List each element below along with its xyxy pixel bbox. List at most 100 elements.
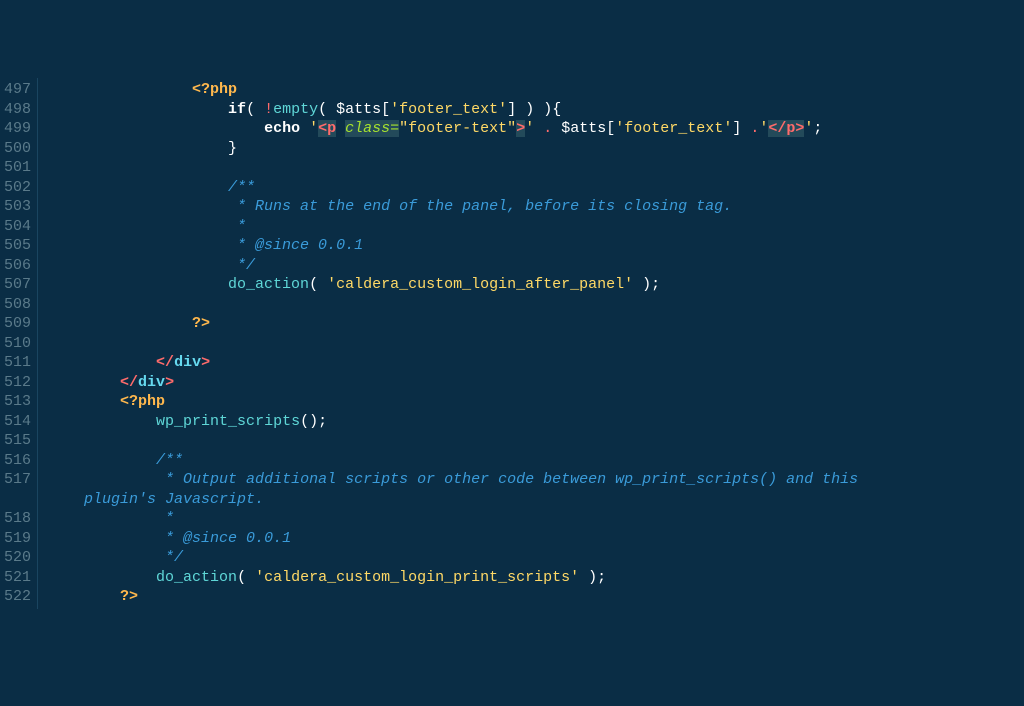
token: * Output additional scripts or other cod… (165, 471, 858, 488)
token: ) (633, 276, 651, 293)
code-line[interactable] (48, 158, 1024, 178)
code-line[interactable]: */ (48, 548, 1024, 568)
code-line[interactable]: * (48, 509, 1024, 529)
line-number: 513 (4, 392, 31, 412)
line-number: 518 (4, 509, 31, 529)
token: ) ) (516, 101, 552, 118)
line-number-gutter: 4974984995005015025035045055065075085095… (0, 78, 38, 609)
code-line[interactable]: ?> (48, 314, 1024, 334)
token: ] (732, 120, 741, 137)
line-number: 502 (4, 178, 31, 198)
token: "footer-text" (399, 120, 516, 137)
token: ( (318, 101, 336, 118)
token: 'caldera_custom_login_print_scripts' (255, 569, 579, 586)
code-line[interactable]: echo '<p class="footer-text">' . $atts['… (48, 119, 1024, 139)
token: 'caldera_custom_login_after_panel' (327, 276, 633, 293)
token: /** (228, 179, 255, 196)
line-number: 499 (4, 119, 31, 139)
token: */ (165, 549, 183, 566)
token: </ (156, 354, 174, 371)
token: > (516, 120, 525, 137)
code-line[interactable]: <?php (48, 80, 1024, 100)
line-number: 512 (4, 373, 31, 393)
code-line[interactable]: do_action( 'caldera_custom_login_after_p… (48, 275, 1024, 295)
code-line[interactable] (48, 295, 1024, 315)
token: > (201, 354, 210, 371)
token: ) (579, 569, 597, 586)
code-line[interactable] (48, 431, 1024, 451)
code-line[interactable]: /** (48, 178, 1024, 198)
token: $atts (561, 120, 606, 137)
line-number: 505 (4, 236, 31, 256)
token: plugin's Javascript. (84, 491, 264, 508)
code-line[interactable]: * @since 0.0.1 (48, 529, 1024, 549)
token: [ (381, 101, 390, 118)
code-area[interactable]: <?php if( !empty( $atts['footer_text'] )… (38, 78, 1024, 609)
line-number: 507 (4, 275, 31, 295)
line-number: 508 (4, 295, 31, 315)
token: 'footer_text' (615, 120, 732, 137)
token: ( (309, 276, 327, 293)
code-line[interactable]: ?> (48, 587, 1024, 607)
token: { (552, 101, 561, 118)
code-line[interactable]: } (48, 139, 1024, 159)
code-line[interactable]: */ (48, 256, 1024, 276)
token: ?> (192, 315, 210, 332)
line-number: 511 (4, 353, 31, 373)
code-line[interactable]: if( !empty( $atts['footer_text'] ) ){ (48, 100, 1024, 120)
code-line[interactable]: * Runs at the end of the panel, before i… (48, 197, 1024, 217)
token (336, 120, 345, 137)
code-line[interactable]: plugin's Javascript. (48, 490, 1024, 510)
line-number: 509 (4, 314, 31, 334)
token: <?php (120, 393, 165, 410)
token: <?php (192, 81, 237, 98)
token (741, 120, 750, 137)
line-number: 515 (4, 431, 31, 451)
token: . (543, 120, 552, 137)
code-line[interactable]: * Output additional scripts or other cod… (48, 470, 1024, 490)
token: ! (264, 101, 273, 118)
token: if (228, 101, 246, 118)
token (552, 120, 561, 137)
token: } (228, 140, 237, 157)
code-line[interactable]: </div> (48, 373, 1024, 393)
code-line[interactable]: do_action( 'caldera_custom_login_print_s… (48, 568, 1024, 588)
token: * Runs at the end of the panel, before i… (237, 198, 732, 215)
token: do_action (156, 569, 237, 586)
token: * (165, 510, 174, 527)
code-line[interactable]: /** (48, 451, 1024, 471)
token: ; (318, 413, 327, 430)
code-line[interactable]: <?php (48, 392, 1024, 412)
token: class= (345, 120, 399, 137)
line-number: 504 (4, 217, 31, 237)
code-line[interactable] (48, 334, 1024, 354)
token: do_action (228, 276, 309, 293)
line-number: 517 (4, 470, 31, 490)
token: [ (606, 120, 615, 137)
token (300, 120, 309, 137)
token: ; (651, 276, 660, 293)
token: <p (318, 120, 336, 137)
token: div (174, 354, 201, 371)
token: $atts (336, 101, 381, 118)
code-line[interactable]: * (48, 217, 1024, 237)
token: * @since 0.0.1 (165, 530, 291, 547)
token: ' (525, 120, 534, 137)
line-number: 498 (4, 100, 31, 120)
line-number: 501 (4, 158, 31, 178)
token: /** (156, 452, 183, 469)
line-number: 516 (4, 451, 31, 471)
line-number (4, 490, 31, 510)
token: div (138, 374, 165, 391)
token: ; (813, 120, 822, 137)
line-number: 520 (4, 548, 31, 568)
code-editor[interactable]: 4974984995005015025035045055065075085095… (0, 78, 1024, 609)
token: ( (246, 101, 264, 118)
code-line[interactable]: wp_print_scripts(); (48, 412, 1024, 432)
code-line[interactable]: * @since 0.0.1 (48, 236, 1024, 256)
token: () (300, 413, 318, 430)
token: ?> (120, 588, 138, 605)
code-line[interactable]: </div> (48, 353, 1024, 373)
token: ' (309, 120, 318, 137)
line-number: 519 (4, 529, 31, 549)
